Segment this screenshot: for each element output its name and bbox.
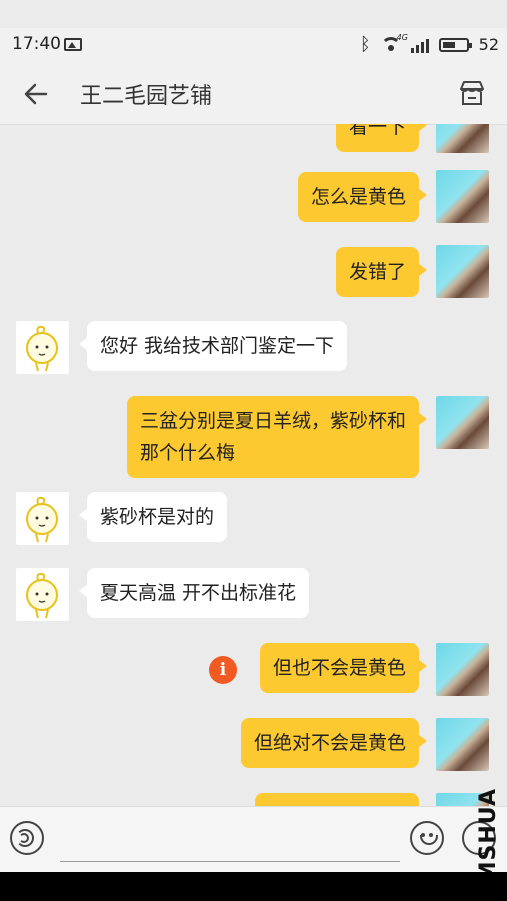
- message-bubble-sent[interactable]: 但绝对不会是黄色: [240, 718, 428, 768]
- message-bubble-sent[interactable]: [255, 793, 419, 806]
- chat-screen: 17:40 ᛒ 4G 52 王二毛园艺铺 看一下 怎么是黄色 发错了 您好 我给…: [0, 0, 507, 901]
- network-type: 4G: [396, 32, 408, 42]
- message-input-bar: [0, 806, 507, 873]
- message-bubble-received[interactable]: 您好 我给技术部门鉴定一下: [78, 321, 348, 371]
- store-icon[interactable]: [457, 78, 487, 108]
- message-bubble-received[interactable]: 紫砂杯是对的: [78, 492, 228, 542]
- send-failed-icon[interactable]: i: [209, 656, 237, 684]
- gallery-notification-icon: [64, 38, 82, 51]
- shop-avatar[interactable]: [16, 492, 69, 545]
- my-avatar[interactable]: [436, 124, 489, 153]
- message-bubble-received[interactable]: 夏天高温 开不出标准花: [78, 568, 310, 618]
- message-bubble-sent[interactable]: 怎么是黄色: [297, 172, 428, 222]
- message-input[interactable]: [60, 817, 400, 862]
- my-avatar[interactable]: [436, 396, 489, 449]
- baby-mascot-icon: [26, 572, 58, 619]
- battery-icon: [438, 37, 472, 52]
- system-nav-bar: [0, 872, 507, 901]
- my-avatar[interactable]: [436, 643, 489, 696]
- baby-mascot-icon: [26, 496, 58, 543]
- message-bubble-sent[interactable]: 看一下: [335, 124, 428, 152]
- status-time: 17:40: [12, 34, 61, 54]
- shop-title: 王二毛园艺铺: [80, 84, 213, 109]
- my-avatar[interactable]: [436, 170, 489, 223]
- chat-header: 王二毛园艺铺: [0, 62, 507, 125]
- emoji-icon[interactable]: [410, 821, 444, 855]
- my-avatar[interactable]: [436, 718, 489, 771]
- shop-avatar[interactable]: [16, 568, 69, 621]
- shop-avatar[interactable]: [16, 321, 69, 374]
- baby-mascot-icon: [26, 325, 58, 372]
- message-list[interactable]: 看一下 怎么是黄色 发错了 您好 我给技术部门鉴定一下 三盆分别是夏日羊绒，紫砂…: [0, 124, 507, 806]
- bluetooth-icon: ᛒ: [359, 34, 371, 55]
- watermark-text: MSHUA: [476, 788, 501, 884]
- voice-input-icon[interactable]: [10, 821, 44, 855]
- status-icons: ᛒ 4G 52: [359, 33, 499, 56]
- status-bar: 17:40 ᛒ 4G 52: [0, 28, 507, 62]
- message-bubble-sent[interactable]: 但也不会是黄色: [259, 643, 428, 693]
- battery-level: 52: [478, 35, 499, 54]
- my-avatar[interactable]: [436, 245, 489, 298]
- message-bubble-sent[interactable]: 发错了: [335, 247, 428, 297]
- message-bubble-sent[interactable]: 三盆分别是夏日羊绒，紫砂杯和 那个什么梅: [126, 396, 428, 478]
- back-arrow-icon[interactable]: [22, 80, 50, 108]
- cell-signal-icon: 4G: [397, 33, 429, 53]
